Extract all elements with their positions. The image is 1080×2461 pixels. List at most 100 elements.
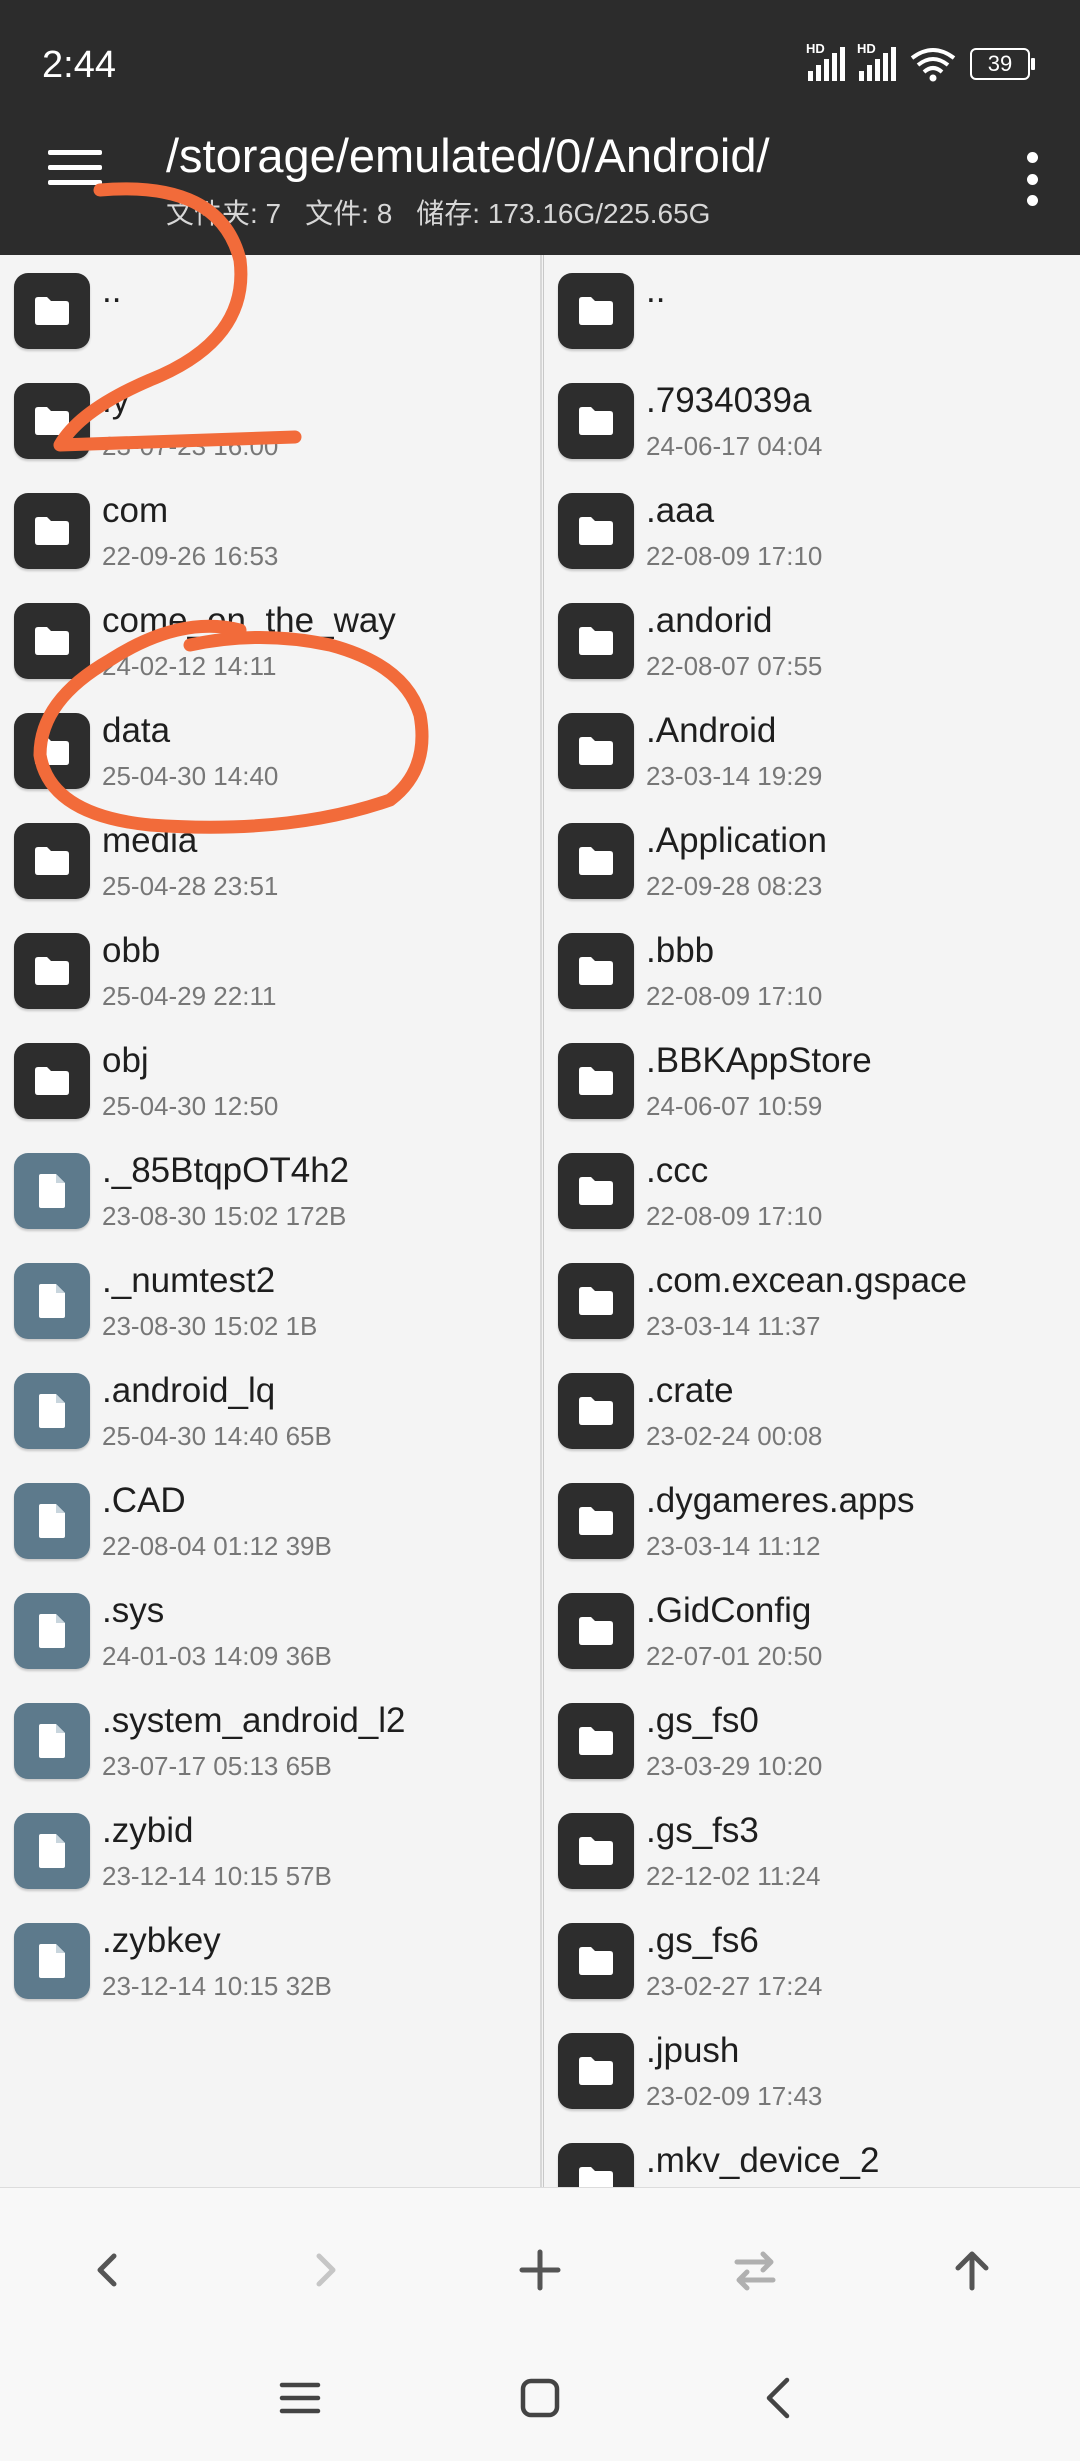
file-icon xyxy=(14,1373,90,1449)
hamburger-menu-button[interactable] xyxy=(48,150,102,192)
folder-item[interactable]: .BBKAppStore 24-06-07 10:59 xyxy=(558,1031,1078,1131)
folder-item[interactable]: .ccc 22-08-09 17:10 xyxy=(558,1141,1078,1241)
item-meta: 22-08-04 01:12 39B xyxy=(102,1531,332,1561)
folder-item[interactable]: obb 25-04-29 22:11 xyxy=(14,921,534,1021)
menu-icon xyxy=(279,2382,321,2414)
item-name: obj xyxy=(102,1041,149,1080)
path-info: 文件夹: 7 文件: 8 储存: 173.16G/225.65G xyxy=(166,192,710,232)
item-meta: 22-12-02 11:24 xyxy=(646,1861,821,1891)
file-icon xyxy=(14,1813,90,1889)
item-meta: 23-03-14 11:12 xyxy=(646,1531,821,1561)
item-name: data xyxy=(102,711,171,750)
folder-item[interactable]: .Android 23-03-14 19:29 xyxy=(558,701,1078,801)
folder-item[interactable]: .gs_fs0 23-03-29 10:20 xyxy=(558,1691,1078,1791)
item-name: .dygameres.apps xyxy=(646,1481,915,1520)
file-item[interactable]: .CAD 22-08-04 01:12 39B xyxy=(14,1471,534,1571)
signal-icon: HD xyxy=(806,41,845,81)
folder-item[interactable]: obj 25-04-30 12:50 xyxy=(14,1031,534,1131)
folder-item[interactable]: .mkv_device_2 xyxy=(558,2131,1078,2187)
parent-folder-item[interactable]: .. xyxy=(14,261,534,361)
folder-item[interactable]: .aaa 22-08-09 17:10 xyxy=(558,481,1078,581)
item-name: .Application xyxy=(646,821,827,860)
file-item[interactable]: .system_android_l2 23-07-17 05:13 65B xyxy=(14,1691,534,1791)
folder-icon xyxy=(14,823,90,899)
folder-item[interactable]: media 25-04-28 23:51 xyxy=(14,811,534,911)
add-button[interactable] xyxy=(500,2230,580,2310)
folder-icon xyxy=(14,933,90,1009)
folder-icon xyxy=(558,713,634,789)
folder-item[interactable]: data 25-04-30 14:40 xyxy=(14,701,534,801)
item-name: .jpush xyxy=(646,2031,740,2070)
folder-item[interactable]: .gs_fs3 22-12-02 11:24 xyxy=(558,1801,1078,1901)
folder-icon xyxy=(558,1923,634,1999)
item-name: come_on_the_way xyxy=(102,601,396,640)
left-file-pane[interactable]: .. .y 23-07-23 16:00 com 22-09-26 16:53 come_… xyxy=(0,255,542,2187)
item-name: ._85BtqpOT4h2 xyxy=(102,1151,350,1190)
folder-item[interactable]: .jpush 23-02-09 17:43 xyxy=(558,2021,1078,2121)
folder-icon xyxy=(14,273,90,349)
signal-icon: HD xyxy=(857,41,896,81)
item-name: .com.excean.gspace xyxy=(646,1261,968,1300)
folder-item[interactable]: .7934039a 24-06-17 04:04 xyxy=(558,371,1078,471)
more-options-button[interactable] xyxy=(1024,152,1040,206)
item-meta: 23-02-24 00:08 xyxy=(646,1421,823,1451)
file-item[interactable]: .zybid 23-12-14 10:15 57B xyxy=(14,1801,534,1901)
item-name: .BBKAppStore xyxy=(646,1041,872,1080)
item-meta: 24-06-17 04:04 xyxy=(646,431,823,461)
item-meta: 25-04-30 14:40 xyxy=(102,761,279,791)
file-item[interactable]: .android_lq 25-04-30 14:40 65B xyxy=(14,1361,534,1461)
parent-directory-button[interactable] xyxy=(932,2230,1012,2310)
folder-item[interactable]: .Application 22-09-28 08:23 xyxy=(558,811,1078,911)
file-item[interactable]: .sys 24-01-03 14:09 36B xyxy=(14,1581,534,1681)
item-meta: 23-07-23 16:00 xyxy=(102,431,279,461)
file-icon xyxy=(14,1703,90,1779)
system-back-button[interactable] xyxy=(750,2368,810,2428)
back-button[interactable] xyxy=(68,2230,148,2310)
folder-icon xyxy=(558,1153,634,1229)
folder-icon xyxy=(558,1483,634,1559)
item-meta: 22-08-09 17:10 xyxy=(646,981,823,1011)
folder-icon xyxy=(14,1043,90,1119)
item-meta: 22-08-09 17:10 xyxy=(646,541,823,571)
folder-item[interactable]: .GidConfig 22-07-01 20:50 xyxy=(558,1581,1078,1681)
item-meta: 23-08-30 15:02 1B xyxy=(102,1311,318,1341)
folder-item[interactable]: .gs_fs6 23-02-27 17:24 xyxy=(558,1911,1078,2011)
current-path: /storage/emulated/0/Android/ xyxy=(166,129,770,182)
file-item[interactable]: ._numtest2 23-08-30 15:02 1B xyxy=(14,1251,534,1351)
chevron-left-icon xyxy=(97,2253,117,2287)
folder-item[interactable]: come_on_the_way 24-02-12 14:11 xyxy=(14,591,534,691)
folder-item[interactable]: .com.excean.gspace 23-03-14 11:37 xyxy=(558,1251,1078,1351)
parent-folder-item[interactable]: .. xyxy=(558,261,1078,361)
item-meta: 23-07-17 05:13 65B xyxy=(102,1751,332,1781)
right-file-pane[interactable]: .. .7934039a 24-06-17 04:04 .aaa 22-08-09 17… xyxy=(543,255,1080,2187)
file-item[interactable]: .zybkey 23-12-14 10:15 32B xyxy=(14,1911,534,2011)
swap-panes-button[interactable] xyxy=(715,2230,795,2310)
folder-item[interactable]: .y 23-07-23 16:00 xyxy=(14,371,534,471)
item-name: .CAD xyxy=(102,1481,186,1520)
chevron-right-icon xyxy=(316,2253,336,2287)
forward-button[interactable] xyxy=(285,2230,365,2310)
folder-item[interactable]: com 22-09-26 16:53 xyxy=(14,481,534,581)
folder-item[interactable]: .andorid 22-08-07 07:55 xyxy=(558,591,1078,691)
item-meta: 25-04-29 22:11 xyxy=(102,981,277,1011)
folder-item[interactable]: .crate 23-02-24 00:08 xyxy=(558,1361,1078,1461)
home-button[interactable] xyxy=(510,2368,570,2428)
item-name: .zybkey xyxy=(102,1921,221,1960)
item-name: .sys xyxy=(102,1591,165,1630)
item-name: .aaa xyxy=(646,491,715,530)
folder-item[interactable]: .bbb 22-08-09 17:10 xyxy=(558,921,1078,1021)
wifi-icon xyxy=(910,48,956,82)
recent-apps-button[interactable] xyxy=(270,2368,330,2428)
chevron-left-icon xyxy=(766,2377,790,2419)
item-meta: 25-04-28 23:51 xyxy=(102,871,279,901)
folder-item[interactable]: .dygameres.apps 23-03-14 11:12 xyxy=(558,1471,1078,1571)
item-name: .gs_fs3 xyxy=(646,1811,759,1850)
item-meta: 23-03-14 19:29 xyxy=(646,761,823,791)
item-name: ._numtest2 xyxy=(102,1261,276,1300)
folder-icon xyxy=(558,1043,634,1119)
item-name: .zybid xyxy=(102,1811,194,1850)
file-item[interactable]: ._85BtqpOT4h2 23-08-30 15:02 172B xyxy=(14,1141,534,1241)
folder-icon xyxy=(558,2143,634,2187)
item-name: .ccc xyxy=(646,1151,709,1190)
item-name: .mkv_device_2 xyxy=(646,2141,880,2180)
